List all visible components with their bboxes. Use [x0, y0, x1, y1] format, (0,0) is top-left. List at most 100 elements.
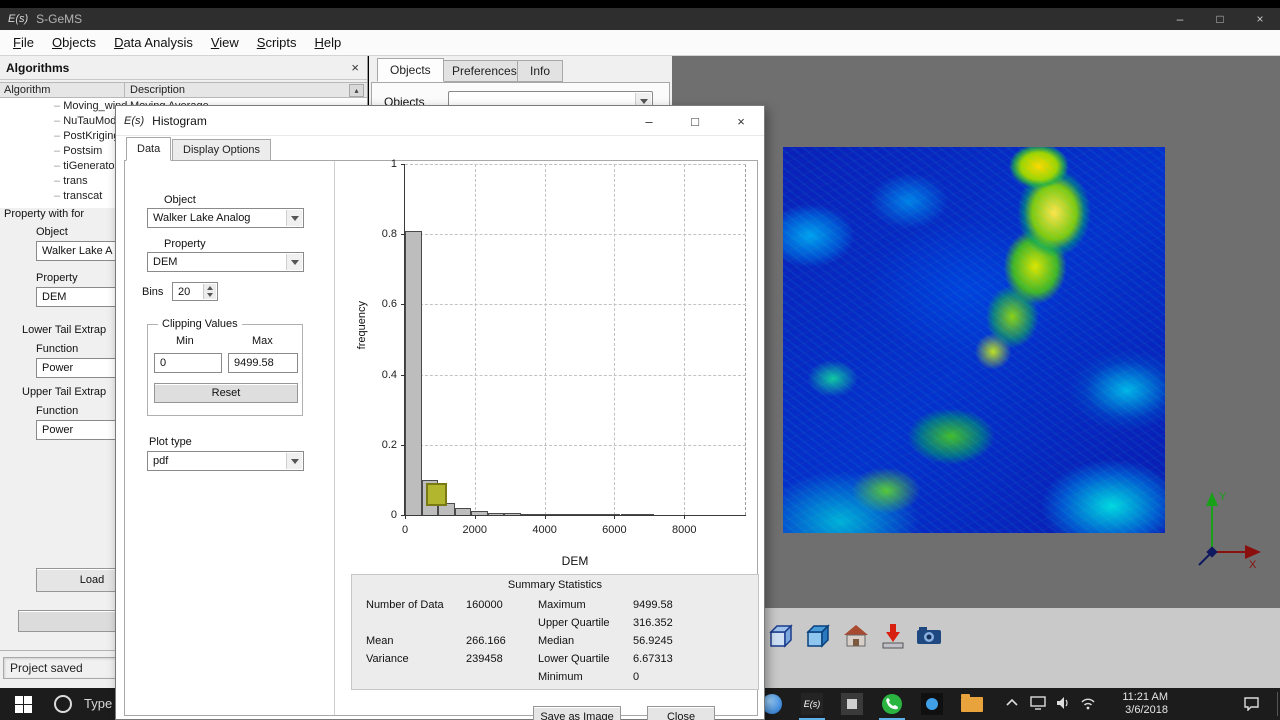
y-gridline [405, 444, 746, 446]
tree-item-label[interactable]: transcat [54, 190, 102, 202]
maximize-button[interactable]: □ [1200, 8, 1240, 30]
cube-view-icon[interactable] [765, 620, 797, 652]
chevron-down-icon [286, 210, 302, 226]
tab-objects[interactable]: Objects [377, 58, 444, 82]
export-snapshot-icon[interactable] [877, 620, 909, 652]
app-title: S-GeMS [36, 12, 83, 26]
show-desktop-button[interactable] [1277, 692, 1278, 716]
upper-function-value: Power [42, 424, 74, 436]
taskbar-icon-app-gray[interactable] [832, 688, 872, 720]
menu-objects[interactable]: Objects [43, 31, 105, 54]
action-center-icon[interactable] [1243, 696, 1260, 711]
histogram-bar [405, 230, 422, 515]
tray-volume-icon[interactable] [1056, 696, 1072, 710]
dialog-maximize-button[interactable]: □ [672, 106, 718, 136]
dem-heatmap-render[interactable] [783, 147, 1165, 533]
panel-close-icon[interactable]: × [351, 60, 359, 75]
dialog-property-label: Property [164, 238, 206, 250]
histogram-bar [554, 514, 571, 515]
tab-display-options[interactable]: Display Options [172, 139, 272, 161]
tray-display-icon[interactable] [1030, 696, 1046, 710]
dialog-close-action-button[interactable]: Close [647, 706, 715, 720]
column-algorithm[interactable]: Algorithm [4, 84, 50, 96]
taskbar-icon-sgems[interactable]: E(s) [792, 688, 832, 720]
tree-item-label[interactable]: tiGenerator [54, 160, 118, 172]
stat-value [466, 617, 538, 635]
stat-value: 316.352 [633, 617, 673, 629]
summary-statistics-title: Summary Statistics [507, 579, 603, 591]
taskbar-icon-whatsapp[interactable] [872, 688, 912, 720]
histogram-bar [637, 514, 654, 515]
tab-info[interactable]: Info [517, 60, 564, 82]
tree-item-label[interactable]: trans [54, 175, 87, 187]
plot-border-right [745, 164, 746, 515]
stat-label: Upper Quartile [538, 617, 610, 629]
cortana-icon[interactable] [54, 695, 72, 713]
spin-up-icon[interactable] [207, 286, 213, 291]
close-button[interactable]: × [1240, 8, 1280, 30]
tree-item-label[interactable]: Postsim [54, 145, 102, 157]
min-input[interactable]: 0 [154, 353, 222, 373]
browser-icon [762, 694, 782, 714]
windows-logo-icon [14, 695, 32, 713]
spinner-buttons[interactable] [203, 284, 216, 299]
start-button[interactable] [0, 688, 46, 720]
lower-function-value: Power [42, 362, 74, 374]
x-gridline [474, 164, 476, 515]
cube-alt-view-icon[interactable] [802, 620, 834, 652]
taskbar-icon-folder[interactable] [952, 688, 992, 720]
spin-down-icon[interactable] [207, 292, 213, 297]
x-gridline [684, 164, 686, 515]
max-input[interactable]: 9499.58 [228, 353, 298, 373]
column-divider[interactable] [124, 83, 125, 97]
menu-file[interactable]: File [4, 31, 43, 54]
menu-data-analysis[interactable]: Data Analysis [105, 31, 202, 54]
dialog-close-button[interactable]: × [718, 106, 764, 136]
app-titlebar: E(s) S-GeMS – □ × [0, 8, 1280, 30]
tray-expand-icon[interactable] [1005, 696, 1019, 710]
plot-type-select[interactable]: pdf [147, 451, 304, 471]
stat-label: Mean [366, 635, 394, 647]
clipping-values-group: Clipping Values Min Max 0 9499.58 Reset [147, 318, 303, 416]
x-tick-label: 8000 [671, 524, 697, 536]
dialog-object-select[interactable]: Walker Lake Analog [147, 208, 304, 228]
property-label: Property [36, 272, 78, 284]
summary-statistics-panel: Summary Statistics Number of Data 160000 M… [351, 574, 759, 690]
stat-label: Number of Data [366, 599, 444, 611]
taskbar-icon-app-dark[interactable] [912, 688, 952, 720]
home-view-icon[interactable] [840, 620, 872, 652]
dialog-object-label: Object [164, 194, 196, 206]
scroll-up-icon[interactable]: ▴ [349, 84, 364, 97]
stat-value: 160000 [466, 599, 503, 611]
screen: E(s) S-GeMS – □ × File Objects Data Anal… [0, 0, 1280, 720]
dialog-logo-icon: E(s) [124, 114, 145, 127]
histogram-bar [620, 514, 638, 515]
stat-label: Variance [366, 653, 409, 665]
tab-data[interactable]: Data [126, 137, 172, 161]
dialog-titlebar[interactable]: E(s) Histogram – □ × [116, 106, 764, 136]
x-tick-mark [474, 515, 476, 519]
reset-button[interactable]: Reset [154, 383, 298, 403]
dialog-minimize-button[interactable]: – [626, 106, 672, 136]
histogram-plot: 0 0.2 0.4 0.6 0.8 1 0 2000 4000 6000 8000 [382, 158, 746, 536]
chevron-down-icon [286, 453, 302, 469]
camera-capture-icon[interactable] [913, 620, 945, 652]
plot-type-value: pdf [153, 455, 169, 467]
y-tick-label: 1 [390, 158, 397, 170]
taskbar-clock[interactable]: 11:21 AM 3/6/2018 [1098, 691, 1168, 717]
tray-network-icon[interactable] [1080, 696, 1096, 710]
menu-help[interactable]: Help [306, 31, 351, 54]
minimize-button[interactable]: – [1160, 8, 1200, 30]
axis-x-arrow-icon [1245, 545, 1261, 559]
bins-spinner[interactable]: 20 [172, 282, 218, 301]
menu-view[interactable]: View [202, 31, 248, 54]
object-select-value: Walker Lake A [42, 245, 113, 257]
x-tick-mark [405, 515, 406, 519]
dialog-property-select[interactable]: DEM [147, 252, 304, 272]
column-description[interactable]: Description [130, 84, 185, 96]
save-as-image-button[interactable]: Save as Image [533, 706, 621, 720]
taskbar-search-text[interactable]: Type [84, 696, 112, 711]
tree-item-label[interactable]: PostKriging [54, 130, 119, 142]
x-tick-label: 4000 [532, 524, 557, 536]
menu-scripts[interactable]: Scripts [248, 31, 306, 54]
